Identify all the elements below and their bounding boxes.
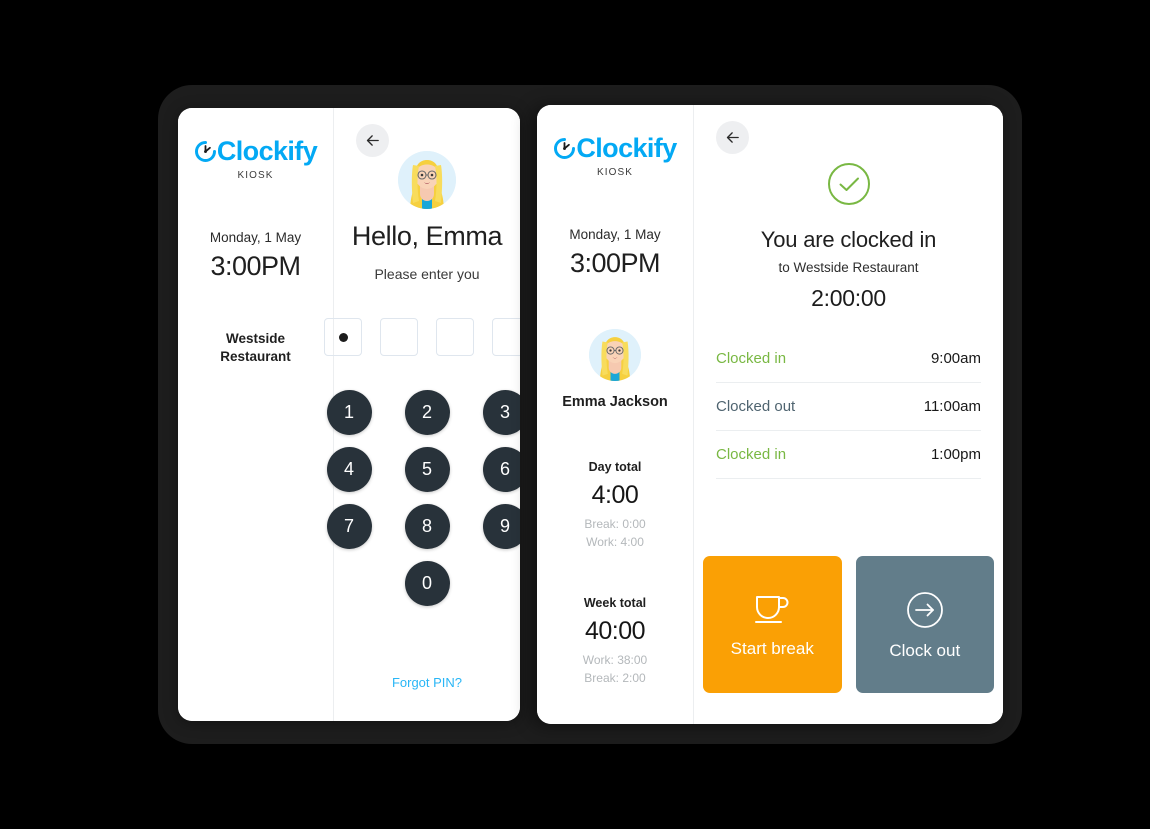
- clock-logo-icon: [553, 137, 576, 160]
- kiosk-screen-pin: Clockify KIOSK Monday, 1 May 3:00PM West…: [178, 108, 520, 721]
- week-total-value: 40:00: [584, 617, 646, 645]
- pin-instruction-text: Please enter you: [374, 266, 480, 282]
- user-avatar-emma: [398, 151, 456, 209]
- keypad-key-4[interactable]: 4: [326, 447, 372, 492]
- week-total-block: Week total 40:00 Work: 38:00 Break: 2:00: [583, 596, 647, 685]
- clock-logo-icon: [194, 140, 216, 163]
- day-total-label: Day total: [588, 460, 642, 474]
- log-time: 1:00pm: [930, 446, 981, 463]
- screenshot-stage: Clockify KIOSK Monday, 1 May 3:00PM West…: [0, 0, 1150, 829]
- numeric-keypad: 1 2 3 4 5 6 7 8 9 0: [320, 390, 520, 606]
- brand-logo: Clockify: [194, 136, 318, 166]
- week-total-work: Work: 38:00: [582, 653, 648, 667]
- arrow-exit-icon: [906, 591, 944, 629]
- week-total-break: Break: 2:00: [584, 671, 646, 685]
- log-label: Clocked out: [716, 398, 796, 415]
- day-total-block: Day total 4:00 Break: 0:00 Work: 4:00: [584, 460, 645, 549]
- day-total-work: Work: 4:00: [586, 535, 644, 549]
- log-row: Clocked out 11:00am: [716, 383, 981, 431]
- start-break-label: Start break: [730, 638, 814, 658]
- sidebar-workspace-name: Westside Restaurant: [220, 330, 291, 366]
- pin-digit-box-4[interactable]: [492, 318, 520, 356]
- pin-digit-box-1[interactable]: [324, 318, 362, 356]
- brand-subtitle: KIOSK: [596, 167, 634, 178]
- log-time: 11:00am: [923, 398, 981, 415]
- sidebar-date: Monday, 1 May: [569, 227, 661, 242]
- keypad-key-6[interactable]: 6: [482, 447, 520, 492]
- status-elapsed-timer: 2:00:00: [811, 285, 886, 311]
- action-button-row: Start break Clock out: [703, 556, 994, 693]
- status-title: You are clocked in: [760, 227, 937, 252]
- clock-log-list: Clocked in 9:00am Clocked out 11:00am Cl…: [716, 335, 981, 479]
- coffee-cup-icon: [752, 593, 792, 627]
- day-total-break: Break: 0:00: [584, 517, 646, 531]
- week-total-label: Week total: [583, 596, 647, 610]
- sidebar-status-screen: Clockify KIOSK Monday, 1 May 3:00PM Emma…: [537, 105, 694, 724]
- keypad-key-3[interactable]: 3: [482, 390, 520, 435]
- log-label: Clocked in: [716, 446, 787, 463]
- keypad-spacer-left: [327, 561, 372, 606]
- keypad-key-2[interactable]: 2: [404, 390, 450, 435]
- kiosk-screen-status: Clockify KIOSK Monday, 1 May 3:00PM Emma…: [537, 105, 1003, 724]
- log-row: Clocked in 9:00am: [716, 335, 981, 383]
- sidebar-date: Monday, 1 May: [209, 230, 302, 245]
- sidebar-pin-screen: Clockify KIOSK Monday, 1 May 3:00PM West…: [178, 108, 334, 721]
- user-avatar-emma: [589, 329, 641, 381]
- check-circle-icon: [827, 162, 871, 206]
- sidebar-time: 3:00PM: [569, 248, 661, 278]
- clock-out-button[interactable]: Clock out: [855, 556, 994, 693]
- brand-name: Clockify: [576, 133, 677, 163]
- clock-out-label: Clock out: [889, 640, 961, 660]
- pin-digit-box-3[interactable]: [436, 318, 474, 356]
- main-panel-pin: Hello, Emma Please enter you 1 2 3 4 5 6…: [324, 108, 520, 721]
- log-row: Clocked in 1:00pm: [716, 431, 981, 479]
- pin-entry-screen: Hello, Emma Please enter you 1 2 3 4 5 6…: [324, 108, 520, 721]
- keypad-key-9[interactable]: 9: [482, 504, 520, 549]
- pin-filled-dot: [338, 332, 348, 342]
- greeting-text: Hello, Emma: [351, 221, 503, 251]
- brand-logo-2: Clockify: [553, 133, 677, 163]
- keypad-key-8[interactable]: 8: [404, 504, 450, 549]
- pin-input-group[interactable]: [324, 318, 520, 356]
- log-time: 9:00am: [930, 350, 981, 367]
- status-workspace: to Westside Restaurant: [778, 260, 919, 275]
- day-total-value: 4:00: [591, 481, 639, 509]
- workspace-line-2: Restaurant: [220, 348, 291, 364]
- brand-name: Clockify: [216, 136, 318, 166]
- main-panel-status: You are clocked in to Westside Restauran…: [694, 105, 1003, 724]
- keypad-key-0[interactable]: 0: [404, 561, 450, 606]
- workspace-line-1: Westside: [225, 331, 286, 346]
- start-break-button[interactable]: Start break: [703, 556, 842, 693]
- pin-digit-box-2[interactable]: [380, 318, 418, 356]
- forgot-pin-link[interactable]: Forgot PIN?: [334, 675, 520, 690]
- keypad-key-5[interactable]: 5: [404, 447, 450, 492]
- brand-subtitle: KIOSK: [237, 170, 274, 181]
- keypad-key-7[interactable]: 7: [326, 504, 372, 549]
- keypad-key-1[interactable]: 1: [326, 390, 372, 435]
- log-label: Clocked in: [716, 350, 787, 367]
- sidebar-user-name: Emma Jackson: [562, 394, 668, 410]
- keypad-spacer-right: [483, 561, 521, 606]
- clocked-in-status-screen: You are clocked in to Westside Restauran…: [694, 105, 1003, 724]
- sidebar-time: 3:00PM: [210, 251, 301, 281]
